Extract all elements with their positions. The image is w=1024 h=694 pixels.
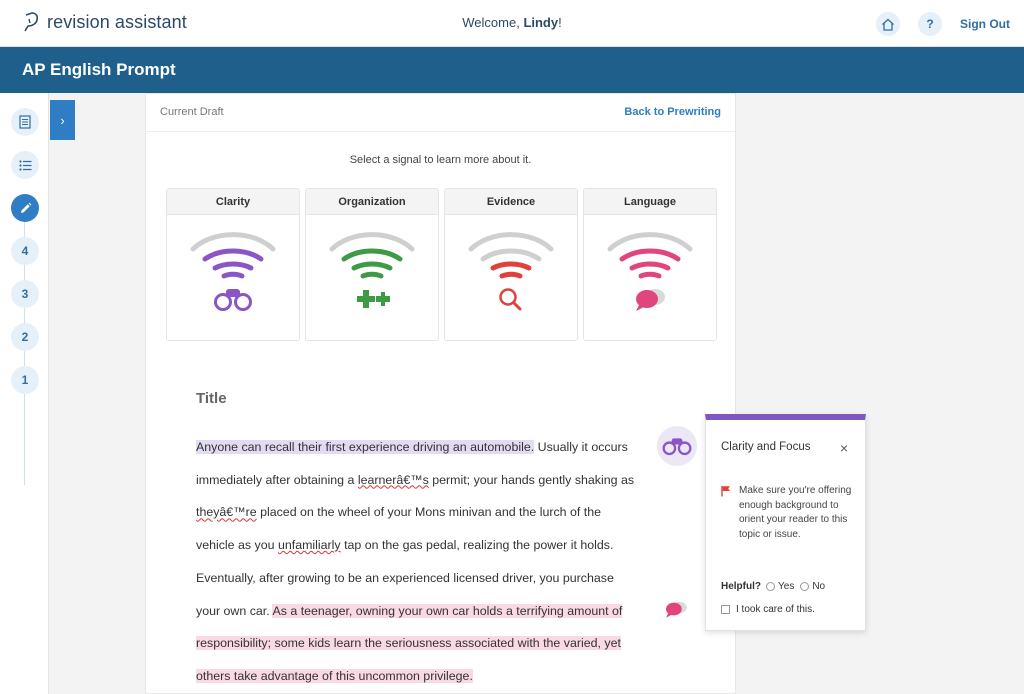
home-icon (882, 18, 894, 31)
clarity-comment-marker[interactable] (657, 426, 697, 466)
signal-strength-icon (329, 232, 415, 279)
step-draft-4[interactable]: 4 (11, 237, 39, 265)
expand-panel-button[interactable]: › (50, 100, 75, 140)
signal-card-clarity[interactable]: Clarity (166, 188, 300, 341)
help-button[interactable]: ? (918, 12, 942, 36)
popup-title: Clarity and Focus (721, 441, 811, 453)
signal-strength-icon (607, 232, 693, 279)
signal-label: Organization (306, 189, 438, 215)
binoculars-icon (662, 438, 692, 456)
highlighted-sentence-clarity[interactable]: Anyone can recall their first experience… (196, 440, 535, 454)
top-bar: revision assistant Welcome, Lindy! ? Sig… (0, 0, 1024, 47)
spelling-error[interactable]: unfamiliarly (278, 538, 341, 552)
helpful-question: Helpful? Yes No (721, 581, 826, 592)
user-name: Lindy (523, 15, 559, 30)
took-care-label[interactable]: I took care of this. (736, 604, 815, 615)
document-icon (19, 115, 31, 129)
took-care-option[interactable]: I took care of this. (721, 604, 815, 615)
step-outline[interactable] (11, 151, 39, 179)
essay-title: Title (196, 390, 227, 407)
signal-card-language[interactable]: Language (583, 188, 717, 341)
step-prompt[interactable] (11, 108, 39, 136)
list-icon (18, 159, 31, 171)
step-draft-3[interactable]: 3 (11, 280, 39, 308)
signal-strength-icon (468, 232, 554, 279)
step-draft-current[interactable] (11, 194, 39, 222)
took-care-checkbox[interactable] (721, 605, 730, 614)
home-button[interactable] (876, 12, 900, 36)
step-draft-1[interactable]: 1 (11, 366, 39, 394)
speech-bubbles-icon (666, 601, 687, 618)
draft-card: Current Draft Back to Prewriting Select … (145, 93, 736, 694)
pencil-icon (20, 202, 31, 213)
signal-card-organization[interactable]: Organization (305, 188, 439, 341)
card-header: Current Draft Back to Prewriting (146, 94, 735, 132)
prompt-header: AP English Prompt (0, 47, 1024, 93)
magnifier-icon (499, 288, 522, 311)
spelling-error[interactable]: theyâ€™re (196, 505, 257, 519)
step-rail: 4 3 2 1 (0, 93, 49, 694)
yes-label[interactable]: Yes (778, 581, 794, 592)
binoculars-icon (214, 289, 252, 311)
signal-label: Clarity (167, 189, 299, 215)
essay-body[interactable]: Anyone can recall their first experience… (196, 431, 636, 693)
language-comment-marker[interactable] (661, 597, 691, 621)
speech-bubbles-icon (636, 289, 665, 311)
no-label[interactable]: No (812, 581, 825, 592)
step-draft-2[interactable]: 2 (11, 323, 39, 351)
spelling-error[interactable]: learnerâ€™s (358, 473, 429, 487)
close-icon[interactable]: × (840, 440, 848, 456)
flag-icon (721, 486, 730, 497)
sign-out-link[interactable]: Sign Out (960, 17, 1010, 31)
signal-card-evidence[interactable]: Evidence (444, 188, 578, 341)
welcome-message: Welcome, Lindy! (462, 15, 562, 30)
feedback-message: Make sure you're offering enough backgro… (739, 485, 852, 540)
feedback-popup: Clarity and Focus × Make sure you're off… (705, 414, 866, 631)
signal-label: Language (584, 189, 716, 215)
signal-hint: Select a signal to learn more about it. (349, 154, 532, 166)
signal-strength-icon (190, 232, 276, 279)
yes-radio[interactable] (766, 582, 775, 591)
no-radio[interactable] (800, 582, 810, 591)
current-draft-label: Current Draft (160, 106, 224, 118)
signal-label: Evidence (445, 189, 577, 215)
prompt-title: AP English Prompt (22, 60, 176, 79)
back-to-prewriting-link[interactable]: Back to Prewriting (624, 106, 721, 118)
puzzle-icon (357, 290, 390, 308)
